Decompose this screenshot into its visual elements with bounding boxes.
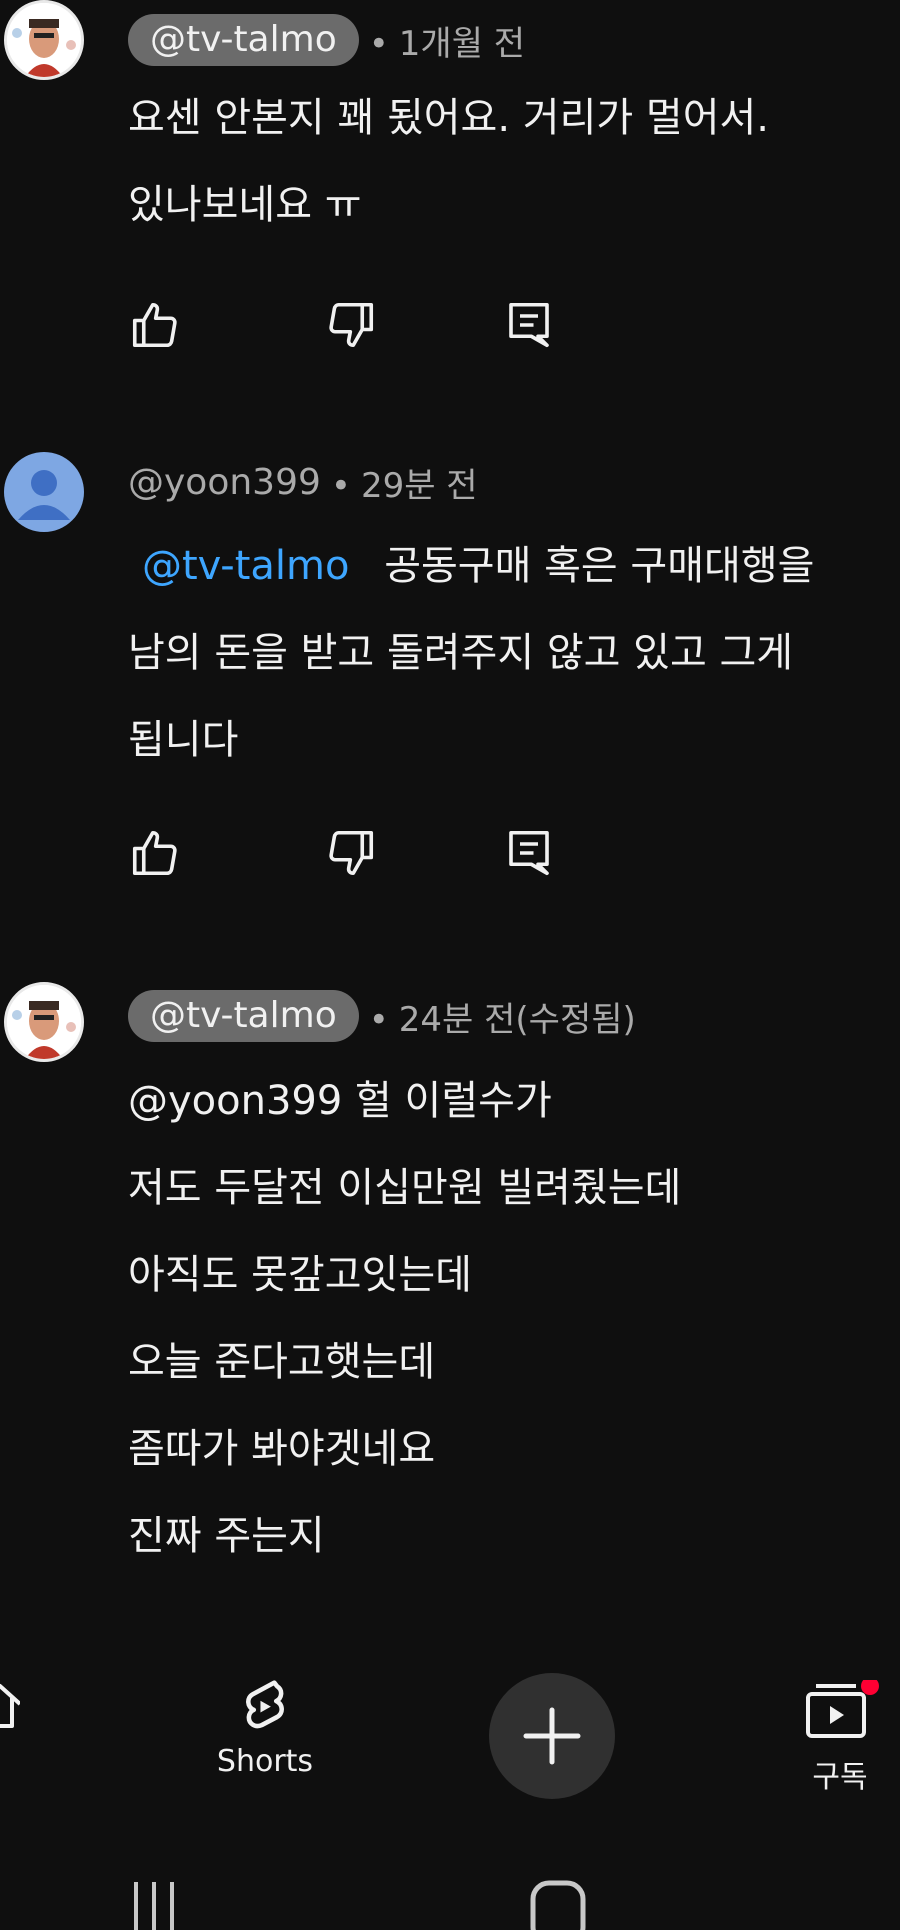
comment-author-handle[interactable]: @tv-talmo	[128, 14, 359, 66]
home-icon	[0, 1684, 22, 1728]
nav-shorts-label: Shorts	[216, 1744, 314, 1779]
separator-dot: •	[368, 23, 389, 64]
comment-line-text: 공동구매 혹은 구매대행을	[384, 543, 815, 589]
comment-line: 오늘 준다고햇는데	[128, 1339, 436, 1385]
recent-apps-button[interactable]	[130, 1880, 180, 1930]
dislike-button[interactable]	[324, 298, 378, 352]
reply-icon	[509, 302, 549, 348]
like-button[interactable]	[128, 826, 182, 880]
comment-line: @tv-talmo 공동구매 혹은 구매대행을	[128, 523, 814, 610]
reply-icon	[509, 830, 549, 876]
nav-subscriptions[interactable]: 구독	[790, 1677, 890, 1796]
thumbs-up-icon	[132, 830, 177, 876]
separator-dot: •	[368, 999, 389, 1040]
comment-time-text: 1개월 전	[398, 23, 526, 64]
thumbs-down-icon	[329, 302, 374, 348]
system-navigation-bar	[0, 1860, 900, 1930]
comment-time: • 29분 전	[331, 458, 478, 507]
comment-line: 저도 두달전 이십만원 빌려줬는데	[128, 1165, 682, 1211]
mention-link[interactable]: @tv-talmo	[142, 543, 349, 589]
thumbs-down-icon	[329, 830, 374, 876]
home-system-button[interactable]	[530, 1880, 586, 1930]
comment-line: 좀따가 봐야겟네요	[128, 1426, 436, 1472]
create-button[interactable]	[489, 1673, 615, 1799]
comment-author-handle[interactable]: @tv-talmo	[128, 990, 359, 1042]
comment-meta: @tv-talmo • 24분 전(수정됨)	[128, 990, 636, 1042]
avatar[interactable]	[4, 982, 84, 1062]
comments-page: @tv-talmo • 1개월 전 요센 안본지 꽤 됬어요. 거리가 멀어서. …	[0, 0, 900, 1930]
shorts-icon	[246, 1680, 284, 1729]
comment-text: 요센 안본지 꽤 됬어요. 거리가 멀어서. 있나보네요 ㅠ	[128, 75, 769, 249]
dislike-button[interactable]	[324, 826, 378, 880]
comment-meta: @tv-talmo • 1개월 전	[128, 14, 525, 66]
comment-time-text: 29분 전	[360, 466, 478, 506]
comment-line: 됩니다	[128, 717, 239, 763]
subscriptions-icon	[806, 1677, 879, 1738]
comment-line: 요센 안본지 꽤 됬어요. 거리가 멀어서.	[128, 95, 770, 141]
recent-apps-icon	[134, 1882, 174, 1930]
comment-time-text: 24분 전(수정됨)	[398, 999, 636, 1040]
reply-button[interactable]	[502, 826, 556, 880]
comment-line: @yoon399 헐 이럴수가	[128, 1078, 552, 1124]
nav-shorts[interactable]: Shorts	[205, 1676, 325, 1779]
comment-line: 남의 돈을 받고 돌려주지 않고 있고 그게	[128, 630, 794, 676]
comment-line: 있나보네요 ㅠ	[128, 182, 362, 228]
home-system-icon	[530, 1880, 586, 1930]
comment-author-handle[interactable]: @yoon399	[128, 462, 321, 503]
comment-text: @yoon399 헐 이럴수가 저도 두달전 이십만원 빌려줬는데 아직도 못갚…	[128, 1058, 681, 1580]
comment-text: @tv-talmo 공동구매 혹은 구매대행을 남의 돈을 받고 돌려주지 않고…	[128, 523, 814, 784]
nav-subscriptions-label: 구독	[812, 1760, 868, 1795]
comment-time: • 24분 전(수정됨)	[369, 992, 636, 1041]
comment-time: • 1개월 전	[369, 16, 525, 65]
create-icon	[523, 1707, 581, 1765]
bottom-navigation: Shorts 구독	[0, 1650, 900, 1820]
comment-line: 진짜 주는지	[128, 1513, 325, 1559]
avatar[interactable]	[4, 452, 84, 532]
thumbs-up-icon	[132, 302, 177, 348]
notification-dot	[861, 1677, 879, 1695]
nav-home[interactable]	[0, 1680, 22, 1740]
reply-button[interactable]	[502, 298, 556, 352]
comment-line: 아직도 못갚고잇는데	[128, 1252, 472, 1298]
separator-dot: •	[330, 466, 351, 506]
comment-meta: @yoon399 • 29분 전	[128, 458, 478, 507]
avatar[interactable]	[4, 0, 84, 80]
like-button[interactable]	[128, 298, 182, 352]
